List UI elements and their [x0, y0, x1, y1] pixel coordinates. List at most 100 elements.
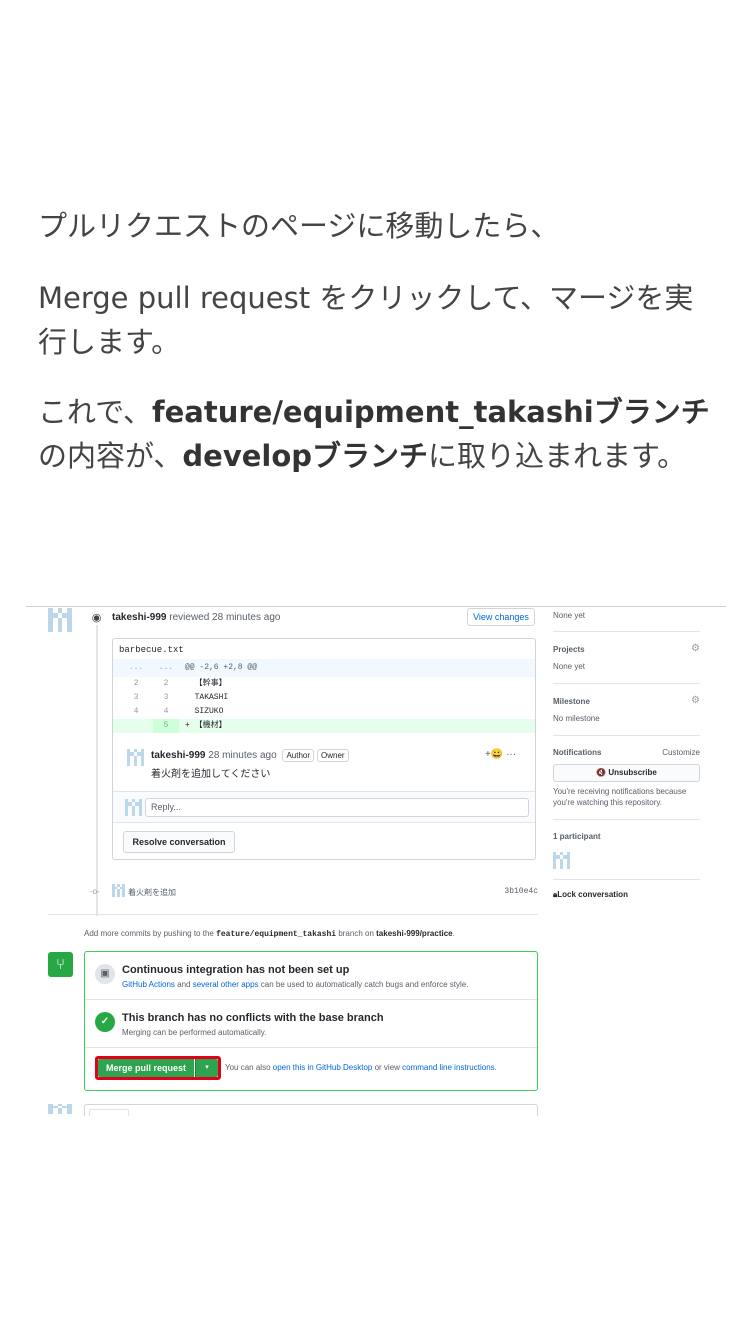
diff-code: TAKASHI: [185, 693, 229, 702]
diff-new-line: 4: [163, 707, 169, 716]
review-file-box: barbecue.txt ... ... @@ -2,6 +2,8 @@ 2 2…: [112, 638, 536, 860]
reply-avatar: [125, 799, 142, 816]
participant-avatar[interactable]: [553, 852, 570, 869]
ci-row: ▣ Continuous integration has not been se…: [85, 952, 537, 1000]
diff-row: 4 4 SIZUKO: [113, 705, 535, 719]
merge-alternatives: You can also open this in GitHub Desktop…: [225, 1063, 497, 1072]
review-comment: takeshi-999 28 minutes ago Author Owner 着…: [121, 747, 527, 787]
notify-reason-2: you're watching this repository.: [553, 798, 662, 807]
view-changes-button[interactable]: View changes: [467, 608, 535, 626]
milestone-gear-icon[interactable]: ⚙: [691, 695, 700, 706]
diff-old-line: 3: [133, 693, 139, 702]
merge-alt-mid: or view: [372, 1063, 403, 1072]
conflicts-row: ✓ This branch has no conflicts with the …: [85, 1000, 537, 1048]
push-note: Add more commits by pushing to the featu…: [84, 929, 455, 939]
lock-label: Lock conversation: [557, 890, 628, 899]
projects-value: None yet: [553, 662, 586, 671]
reply-input[interactable]: Reply...: [145, 798, 529, 817]
other-apps-link[interactable]: several other apps: [193, 980, 259, 989]
commenter-name[interactable]: takeshi-999: [151, 750, 205, 761]
customize-link[interactable]: Customize: [662, 748, 700, 757]
git-merge-icon: ⑂: [48, 952, 73, 977]
file-name[interactable]: barbecue.txt: [119, 645, 184, 655]
commit-sha[interactable]: 3b10e4c: [504, 887, 538, 896]
hunk-expand-left[interactable]: ...: [123, 659, 149, 677]
ci-rest: can be used to automatically catch bugs …: [258, 980, 469, 989]
comment-meta: takeshi-999 28 minutes ago Author Owner: [151, 749, 349, 762]
conflicts-title: This branch has no conflicts with the ba…: [122, 1012, 384, 1024]
comment-tab[interactable]: [89, 1109, 129, 1116]
merge-box: ▣ Continuous integration has not been se…: [84, 951, 538, 1091]
ci-title: Continuous integration has not been set …: [122, 964, 350, 976]
projects-section: Projects ⚙ None yet: [553, 632, 700, 684]
comment-time[interactable]: 28 minutes ago: [205, 750, 276, 761]
diff-code: + 【機材】: [185, 721, 227, 730]
diff-old-line: 2: [133, 679, 139, 688]
participants-section: 1 participant: [553, 820, 700, 880]
diff-new-line: 2: [163, 679, 169, 688]
participants-title: 1 participant: [553, 832, 601, 841]
sidebar-top-value: None yet: [553, 611, 586, 620]
projects-gear-icon[interactable]: ⚙: [691, 643, 700, 654]
commenter-avatar[interactable]: [127, 749, 144, 766]
push-note-mid: branch on: [336, 929, 377, 938]
reviewer-avatar[interactable]: [48, 608, 72, 632]
conflicts-sub: Merging can be performed automatically.: [122, 1028, 267, 1037]
line3-branch-feature: feature/equipment_takashiブランチ: [151, 395, 710, 429]
commit-avatar: [112, 884, 125, 897]
diff-new-line: 3: [163, 693, 169, 702]
unsubscribe-button[interactable]: 🔇 Unsubscribe: [553, 764, 700, 782]
eye-icon: ◉: [89, 610, 104, 625]
diff-new-line: 5: [153, 719, 179, 733]
reviewer-name[interactable]: takeshi-999: [112, 612, 166, 623]
next-comment-avatar: [48, 1104, 72, 1114]
diff-row-added: 5 + 【機材】: [113, 719, 535, 733]
command-line-link[interactable]: command line instructions: [402, 1063, 494, 1072]
push-note-prefix: Add more commits by pushing to the: [84, 929, 217, 938]
diff-hunk-row: ... ... @@ -2,6 +2,8 @@: [113, 659, 535, 677]
milestone-section: Milestone ⚙ No milestone: [553, 684, 700, 736]
hunk-expand-right[interactable]: ...: [153, 659, 179, 677]
merge-alt-prefix: You can also: [225, 1063, 273, 1072]
push-note-suffix: .: [452, 929, 455, 938]
lock-conversation-link[interactable]: 🔒︎Lock conversation: [553, 890, 628, 900]
merge-alt-suffix: .: [494, 1063, 497, 1072]
diff-code: 【幹事】: [185, 679, 227, 688]
merge-pull-request-button[interactable]: Merge pull request: [98, 1059, 194, 1077]
comment-body: 着火剤を追加してください: [151, 769, 271, 780]
ci-status-icon: ▣: [95, 964, 115, 984]
notifications-title: Notifications: [553, 748, 602, 757]
diff-old-line: 4: [133, 707, 139, 716]
diff-row: 3 3 TAKASHI: [113, 691, 535, 705]
hunk-header: @@ -2,6 +2,8 @@: [185, 663, 258, 672]
line3-branch-develop: developブランチ: [182, 439, 429, 473]
push-note-branch: feature/equipment_takashi: [216, 930, 337, 939]
milestone-value: No milestone: [553, 714, 600, 723]
author-badge: Author: [282, 749, 315, 762]
diff-table: ... ... @@ -2,6 +2,8 @@ 2 2 【幹事】 3 3 TAK…: [113, 659, 535, 733]
notify-reason-1: You're receiving notifications because: [553, 787, 687, 796]
review-header: ◉ takeshi-999 reviewed 28 minutes ago Vi…: [86, 606, 536, 630]
diff-code: SIZUKO: [185, 707, 224, 716]
slide-line-1: プルリクエストのページに移動したら、: [38, 209, 560, 243]
github-pr-screenshot: ◉ takeshi-999 reviewed 28 minutes ago Vi…: [26, 606, 726, 1116]
slide-line-3: これで、feature/equipment_takashiブランチの内容が、de…: [38, 390, 718, 478]
ci-and: and: [174, 980, 193, 989]
review-summary: takeshi-999 reviewed 28 minutes ago: [112, 612, 280, 623]
line3-suffix: に取り込まれます。: [428, 439, 687, 473]
push-note-repo[interactable]: takeshi-999/practice: [376, 929, 453, 938]
notifications-section: Notifications Customize 🔇 Unsubscribe Yo…: [553, 736, 700, 820]
merge-method-caret-icon[interactable]: ▾: [195, 1059, 218, 1077]
milestone-title[interactable]: Milestone: [553, 697, 590, 706]
github-actions-link[interactable]: GitHub Actions: [122, 980, 175, 989]
ci-description: GitHub Actions and several other apps ca…: [122, 980, 468, 989]
projects-title[interactable]: Projects: [553, 645, 585, 654]
github-desktop-link[interactable]: open this in GitHub Desktop: [273, 1063, 373, 1072]
sidebar-top-section: None yet: [553, 606, 700, 632]
commit-row: -o- 着火剤を追加 3b10e4c: [90, 884, 538, 900]
commit-message[interactable]: 着火剤を追加: [128, 887, 176, 898]
resolve-conversation-button[interactable]: Resolve conversation: [123, 831, 235, 853]
commit-icon: -o-: [90, 887, 100, 896]
reaction-menu-icons[interactable]: +😀 ···: [485, 749, 516, 760]
new-comment-box: [84, 1104, 538, 1116]
